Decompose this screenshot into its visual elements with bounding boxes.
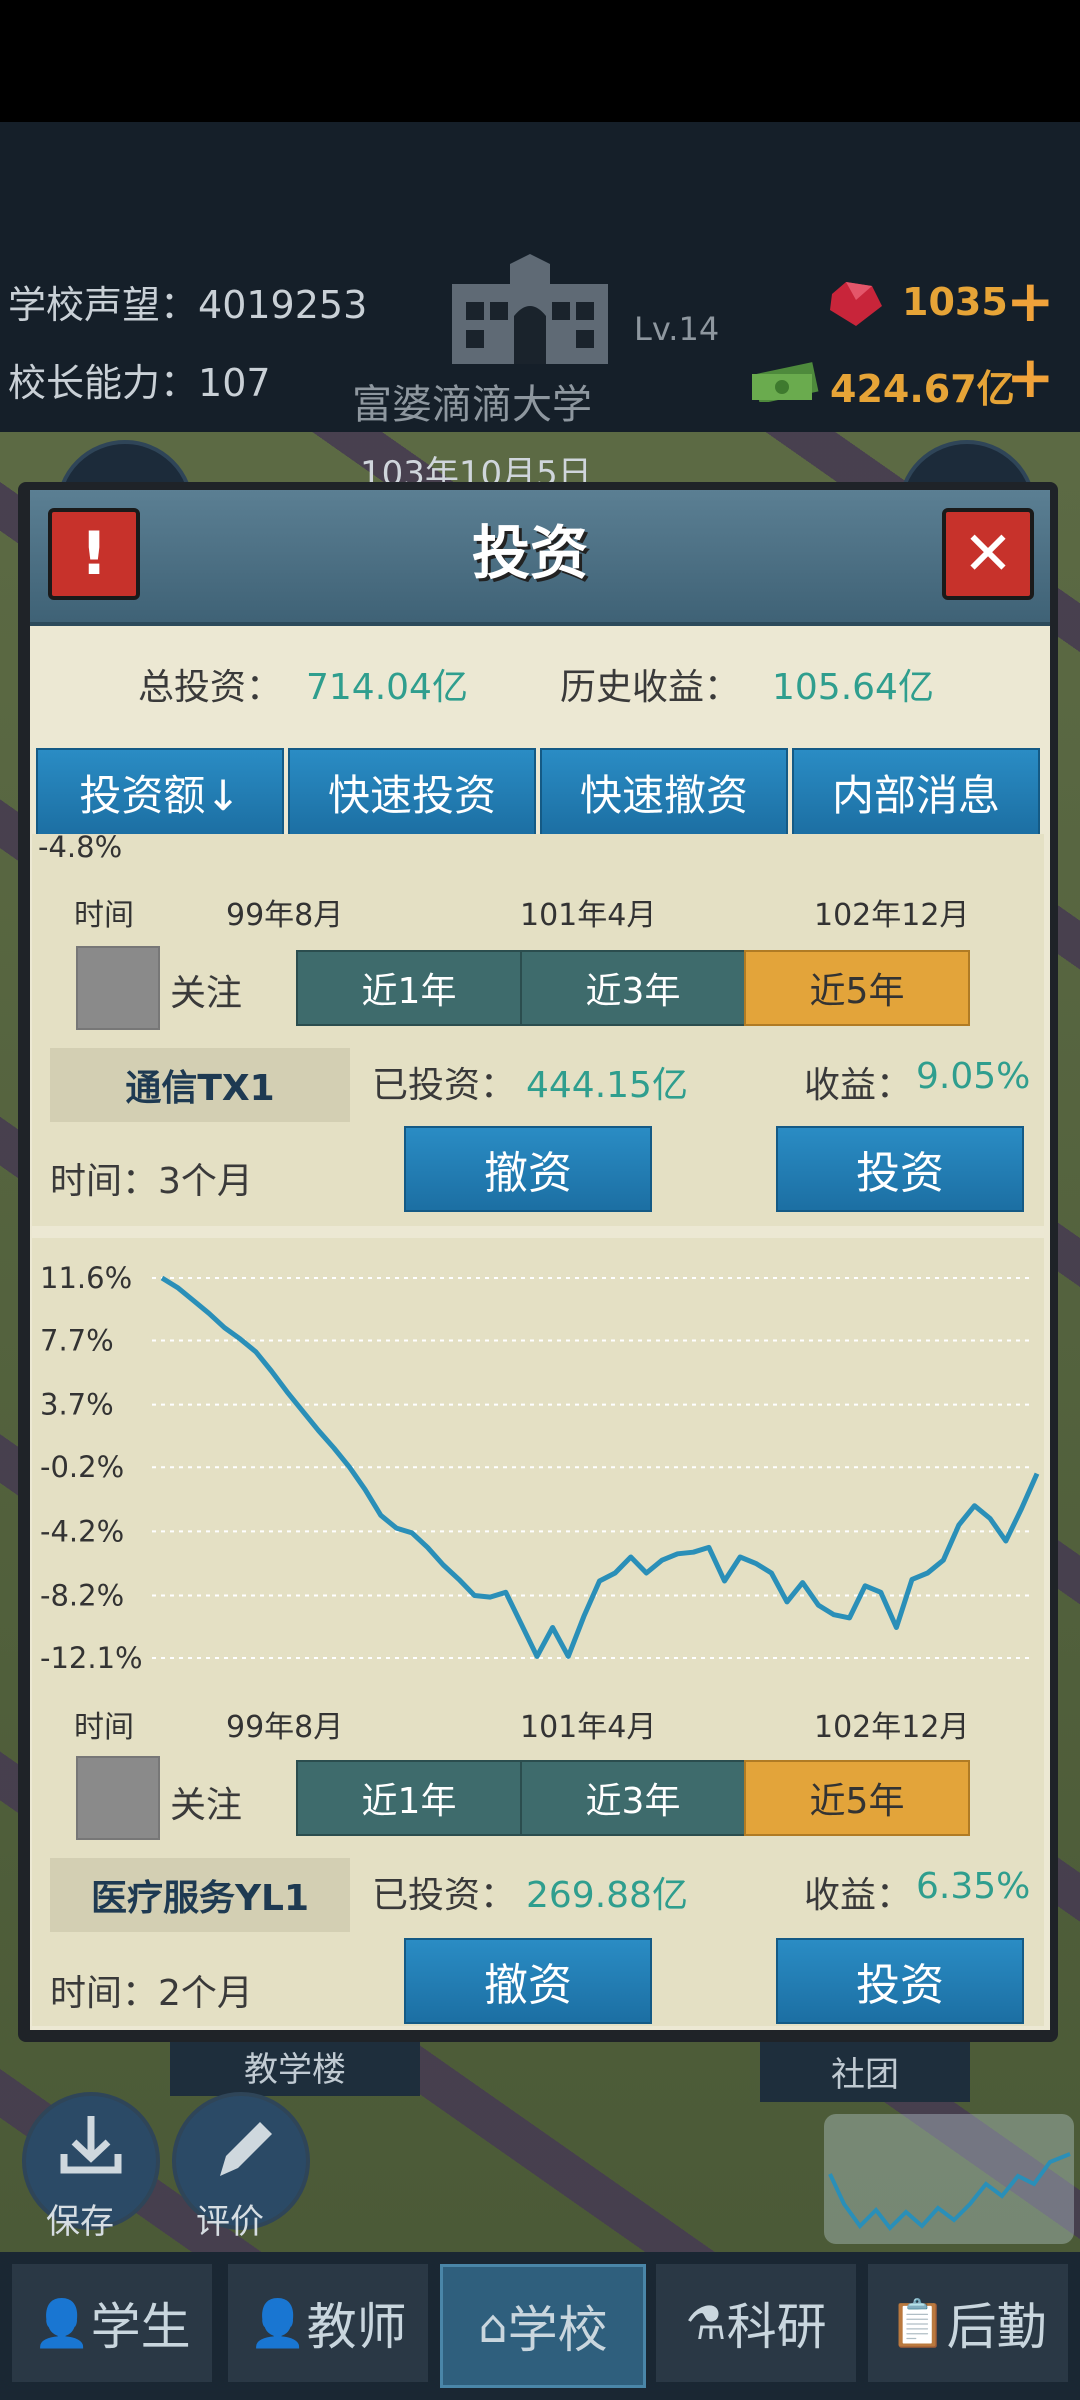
x-tick: 102年12月 (814, 898, 970, 933)
y-tick-label: -4.2% (40, 1514, 124, 1548)
student-icon: 👤 (33, 2295, 91, 2350)
top-hud: 学校声望：4019253 校长能力：107 Lv.14 富婆滴滴大学 1035 … (0, 122, 1080, 432)
y-tick-label: -12.1% (40, 1641, 143, 1675)
period-1y-button[interactable]: 近1年 (296, 1760, 522, 1836)
investment-card-medical: 11.6% 7.7% 3.7% -0.2% -4.2% -8.2% -12.1% 时间 99… (32, 1238, 1044, 2026)
gem-icon (826, 280, 886, 328)
school-icon: ⌂ (478, 2299, 508, 2353)
ability-label: 校长能力：107 (8, 361, 271, 405)
bottom-tab-bar: 👤 学生 👤 教师 ⌂ 学校 ⚗ 科研 📋 后勤 (0, 2252, 1080, 2400)
investment-name: 通信TX1 (50, 1048, 350, 1122)
tab-school[interactable]: ⌂ 学校 (440, 2264, 646, 2388)
close-icon: ✕ (962, 519, 1014, 589)
period-5y-button[interactable]: 近5年 (744, 1760, 970, 1836)
investment-name: 医疗服务YL1 (50, 1858, 350, 1932)
duration-label: 时间：2个月 (50, 1973, 253, 2014)
total-investment-label: 总投资： (138, 667, 283, 708)
time-axis-label: 时间 (74, 898, 134, 933)
tab-logistics[interactable]: 📋 后勤 (868, 2264, 1068, 2382)
add-gems-button[interactable]: + (1006, 272, 1055, 330)
gem-count: 1035 (902, 280, 1008, 324)
yield-line-chart: 11.6% 7.7% 3.7% -0.2% -4.2% -8.2% -12.1% (40, 1261, 1040, 1675)
school-level: Lv.14 (634, 310, 720, 348)
partial-y-tick: -4.8% (38, 834, 123, 864)
follow-checkbox[interactable] (76, 946, 160, 1030)
reputation-label: 学校声望：4019253 (8, 283, 368, 327)
y-tick-label: -0.2% (40, 1450, 124, 1484)
quick-invest-button[interactable]: 快速投资 (288, 748, 536, 836)
close-button[interactable]: ✕ (942, 508, 1034, 600)
download-icon (60, 2116, 122, 2174)
add-money-button[interactable]: + (1006, 348, 1055, 406)
money-amount: 424.67亿 (830, 367, 1015, 411)
building-label-teaching[interactable]: 教学楼 (170, 2036, 420, 2096)
total-investment-value: 714.04亿 (306, 667, 468, 708)
period-3y-button[interactable]: 近3年 (520, 1760, 746, 1836)
money-icon (750, 354, 820, 404)
clipboard-icon: 📋 (889, 2295, 947, 2350)
period-1y-button[interactable]: 近1年 (296, 950, 522, 1026)
follow-checkbox[interactable] (76, 1756, 160, 1840)
time-axis-label: 时间 (74, 1710, 134, 1745)
withdraw-button[interactable]: 撤资 (404, 1126, 652, 1212)
yield-value: 6.35% (916, 1866, 1031, 1907)
invested-label: 已投资： (372, 1065, 517, 1106)
insider-news-button[interactable]: 内部消息 (792, 748, 1040, 836)
pencil-icon (220, 2122, 272, 2176)
follow-label: 关注 (170, 1785, 243, 1826)
yield-label: 收益： (804, 1065, 913, 1106)
invested-value: 269.88亿 (526, 1875, 688, 1916)
investment-list[interactable]: -4.8% 时间 99年8月 101年4月 102年12月 关注 近1年 近3年… (32, 834, 1044, 2026)
invested-label: 已投资： (372, 1875, 517, 1916)
tab-students[interactable]: 👤 学生 (12, 2264, 212, 2382)
quick-withdraw-button[interactable]: 快速撤资 (540, 748, 788, 836)
x-tick: 99年8月 (226, 1710, 344, 1745)
market-trend-thumbnail[interactable] (824, 2114, 1074, 2244)
tab-research[interactable]: ⚗ 科研 (656, 2264, 856, 2382)
y-tick-label: 11.6% (40, 1261, 132, 1295)
invest-button[interactable]: 投资 (776, 1126, 1024, 1212)
duration-label: 时间：3个月 (50, 1161, 253, 1202)
history-yield-label: 历史收益： (560, 667, 741, 708)
school-building-icon (452, 254, 608, 364)
rate-label: 评价 (196, 2202, 264, 2242)
follow-label: 关注 (170, 973, 243, 1014)
x-tick: 101年4月 (520, 898, 657, 933)
teacher-icon: 👤 (249, 2295, 307, 2350)
yield-value: 9.05% (916, 1056, 1031, 1097)
withdraw-button[interactable]: 撤资 (404, 1938, 652, 2024)
history-yield-value: 105.64亿 (772, 667, 934, 708)
dialog-title: 投资 (472, 519, 589, 587)
y-tick-label: -8.2% (40, 1578, 124, 1612)
school-name: 富婆滴滴大学 (352, 382, 592, 428)
tab-teachers[interactable]: 👤 教师 (228, 2264, 428, 2382)
building-label-club[interactable]: 社团 (760, 2040, 970, 2102)
x-tick: 99年8月 (226, 898, 344, 933)
y-tick-label: 7.7% (40, 1324, 114, 1358)
period-3y-button[interactable]: 近3年 (520, 950, 746, 1026)
invested-value: 444.15亿 (526, 1065, 688, 1106)
sort-by-amount-button[interactable]: 投资额↓ (36, 748, 284, 836)
yield-series-line (160, 1275, 1040, 1659)
period-5y-button[interactable]: 近5年 (744, 950, 970, 1026)
yield-label: 收益： (804, 1875, 913, 1916)
x-tick: 101年4月 (520, 1710, 657, 1745)
x-tick: 102年12月 (814, 1710, 970, 1745)
investment-card-telecom: -4.8% 时间 99年8月 101年4月 102年12月 关注 近1年 近3年… (32, 834, 1044, 1226)
invest-button[interactable]: 投资 (776, 1938, 1024, 2024)
alert-icon[interactable]: ! (48, 508, 140, 600)
flask-icon: ⚗ (685, 2296, 727, 2350)
y-tick-label: 3.7% (40, 1388, 114, 1422)
save-label: 保存 (46, 2202, 114, 2242)
